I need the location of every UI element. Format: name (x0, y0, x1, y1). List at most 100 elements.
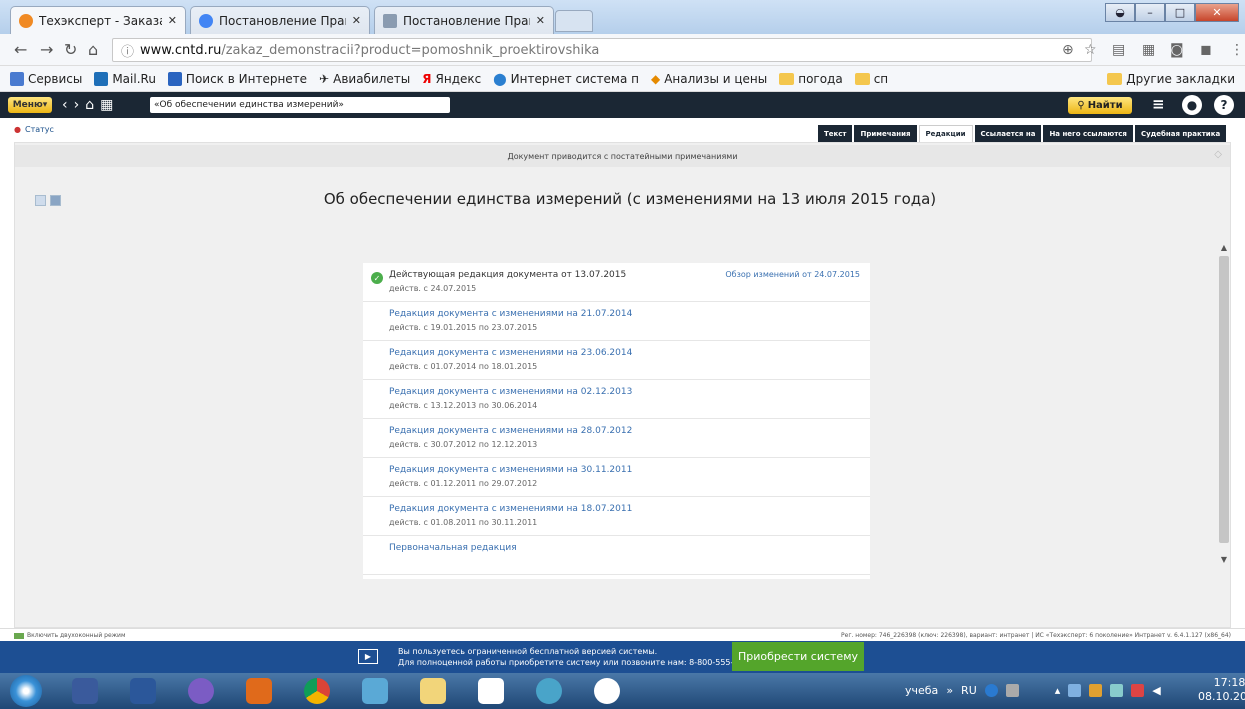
list-item[interactable]: Редакция документа с изменениями на 21.0… (363, 302, 870, 341)
two-window-toggle[interactable]: Включить двухоконный режим (14, 632, 125, 639)
list-item[interactable]: Редакция документа с изменениями на 28.0… (363, 419, 870, 458)
scrollbar[interactable]: ▲ ▼ (1217, 243, 1231, 583)
tab-text[interactable]: Текст (818, 125, 853, 142)
tab-court-practice[interactable]: Судебная практика (1134, 125, 1227, 142)
close-tab-icon[interactable]: ✕ (352, 14, 361, 27)
tab-referenced-by[interactable]: На него ссылаются (1043, 125, 1133, 142)
zoom-icon[interactable]: ⊕ (1062, 42, 1074, 58)
folder-icon (779, 72, 795, 85)
taskbar-app[interactable] (238, 677, 280, 705)
close-tab-icon[interactable]: ✕ (536, 14, 545, 27)
user-icon[interactable]: ● (1182, 95, 1202, 115)
url-input[interactable]: ⓘ www.cntd.ru/zakaz_demonstracii?product… (112, 38, 1092, 62)
scroll-up-icon[interactable]: ▲ (1217, 243, 1231, 252)
taskbar-app[interactable] (122, 677, 164, 705)
taskbar-app[interactable] (354, 677, 396, 705)
bookmark-weather[interactable]: погода (779, 72, 843, 86)
bookmark-search[interactable]: Поиск в Интернете (167, 71, 307, 86)
buy-system-button[interactable]: Приобрести систему (732, 642, 864, 671)
help-icon[interactable]: ? (1214, 95, 1234, 115)
bookmark-label: Анализы и цены (664, 71, 768, 86)
network-icon[interactable] (1110, 684, 1124, 697)
close-tab-icon[interactable]: ✕ (168, 14, 177, 27)
taskbar-app[interactable] (296, 677, 338, 705)
extension-icon[interactable]: ▤ (1112, 42, 1125, 58)
toolbar-label[interactable]: учеба (905, 684, 938, 697)
bookmark-sp[interactable]: сп (854, 72, 888, 86)
clock[interactable]: 17:18 08.10.2017 (1198, 676, 1245, 704)
minimize-button[interactable]: – (1135, 3, 1165, 22)
taskbar-app[interactable] (180, 677, 222, 705)
tab-refers-to[interactable]: Ссылается на (974, 125, 1042, 142)
tray-icon[interactable] (1089, 684, 1103, 697)
flag-icon[interactable] (1131, 684, 1145, 697)
list-view-icon[interactable] (50, 195, 61, 206)
volume-icon[interactable]: ◀ (1152, 684, 1160, 697)
chevron-icon[interactable]: » (946, 684, 953, 697)
view-toggle (35, 195, 61, 206)
app-nav-icons[interactable]: ‹›⌂▦ (62, 97, 142, 113)
tab-title: Постановление Правит (219, 13, 346, 28)
extension-icon[interactable]: ◙ (1170, 42, 1184, 58)
bookmark-avia[interactable]: ✈ Авиабилеты (319, 72, 410, 86)
bookmark-analyses[interactable]: ◆ Анализы и цены (651, 72, 767, 86)
apps-icon (10, 71, 24, 86)
bookmark-yandex[interactable]: Я Яндекс (422, 72, 481, 86)
list-item[interactable]: Редакция документа с изменениями на 18.0… (363, 497, 870, 536)
bookmark-mailru[interactable]: Mail.Ru (94, 71, 156, 86)
changes-review-link[interactable]: Обзор изменений от 24.07.2015 (725, 270, 860, 279)
location-icon: ⬤ (493, 71, 507, 86)
list-item[interactable]: Редакция документа с изменениями на 23.0… (363, 341, 870, 380)
bookmark-apps[interactable]: Сервисы (10, 71, 82, 86)
home-icon[interactable]: ⌂ (88, 40, 98, 59)
start-button[interactable] (10, 675, 42, 707)
hamburger-icon[interactable]: ≡ (1152, 95, 1165, 113)
list-item[interactable]: Редакция документа с изменениями на 30.1… (363, 458, 870, 497)
document-name-field[interactable]: «Об обеспечении единства измерений» (150, 97, 450, 113)
back-icon[interactable]: ← (14, 40, 27, 59)
browser-tab[interactable]: Постановление Правит ✕ (374, 6, 554, 34)
browser-tab[interactable]: Постановление Правит ✕ (190, 6, 370, 34)
reload-icon[interactable]: ↻ (64, 40, 77, 59)
list-item[interactable]: Первоначальная редакция (363, 536, 870, 575)
tab-editions[interactable]: Редакции (918, 125, 973, 142)
show-hidden-icon[interactable]: ▴ (1055, 684, 1061, 697)
list-item[interactable]: Редакция документа с изменениями на 02.1… (363, 380, 870, 419)
close-button[interactable]: ✕ (1195, 3, 1239, 22)
menu-dots-icon[interactable]: ⋮ (1230, 42, 1244, 58)
bookmark-internet-system[interactable]: ⬤ Интернет система п (493, 72, 639, 86)
list-item[interactable]: ✓ Действующая редакция документа от 13.0… (363, 263, 870, 302)
star-icon[interactable]: ☆ (1084, 42, 1097, 58)
extension-icon[interactable]: ▦ (1142, 42, 1155, 58)
scroll-down-icon[interactable]: ▼ (1217, 555, 1231, 564)
status-link[interactable]: ● Статус (14, 125, 54, 134)
extension-icon[interactable]: ◼ (1200, 42, 1212, 58)
taskbar-app[interactable] (586, 677, 628, 705)
settings-icon[interactable]: ◇ (1214, 149, 1222, 160)
tab-notes[interactable]: Примечания (854, 125, 917, 142)
windows-taskbar: учеба » RU ▴ ◀ 17:18 08.10.2017 (0, 673, 1245, 709)
taskbar-app[interactable] (64, 677, 106, 705)
edition-title: Редакция документа с изменениями на 23.0… (389, 348, 633, 358)
user-icon[interactable]: ◒ (1105, 3, 1135, 22)
browser-tab[interactable]: Техэксперт - Заказать д ✕ (10, 6, 186, 34)
new-tab-button[interactable] (555, 10, 593, 32)
taskbar-app[interactable] (528, 677, 570, 705)
signal-icon[interactable] (1068, 684, 1082, 697)
find-button[interactable]: ⚲ Найти (1068, 97, 1132, 114)
url-path: /zakaz_demonstracii?product=pomoshnik_pr… (221, 42, 600, 58)
page-title: Об обеспечении единства измерений (с изм… (323, 190, 937, 208)
taskbar-app[interactable] (470, 677, 512, 705)
maximize-button[interactable]: □ (1165, 3, 1195, 22)
taskbar-app[interactable] (412, 677, 454, 705)
grid-view-icon[interactable] (35, 195, 46, 206)
scroll-thumb[interactable] (1219, 256, 1229, 543)
bookmark-other[interactable]: Другие закладки (1107, 72, 1235, 86)
language-indicator[interactable]: RU (961, 684, 977, 697)
menu-button[interactable]: Меню ▾ (8, 97, 52, 113)
forward-icon[interactable]: → (40, 40, 53, 59)
tray-icon[interactable] (1005, 684, 1019, 697)
help-icon[interactable] (984, 684, 998, 697)
edition-title: Редакция документа с изменениями на 02.1… (389, 387, 633, 397)
folder-icon (1107, 73, 1123, 85)
